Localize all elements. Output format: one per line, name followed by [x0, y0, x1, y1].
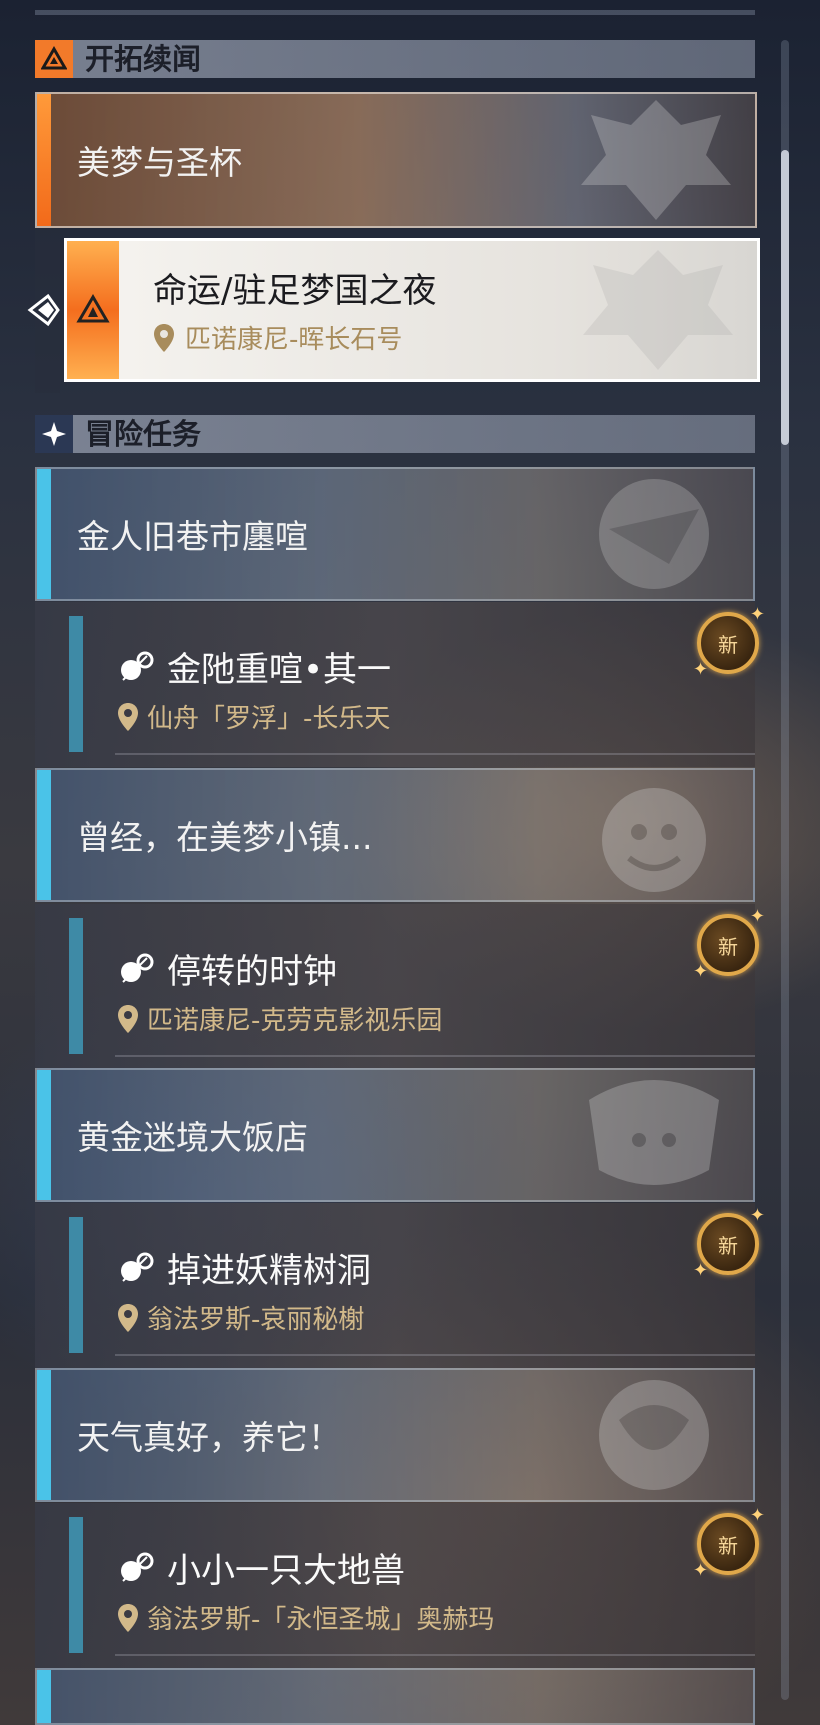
adventure-quest-icon — [121, 1252, 154, 1282]
quest-item[interactable]: 掉进妖精树洞 翁法罗斯-哀丽秘榭 新 ✦ ✦ — [35, 1203, 765, 1368]
group-header-title: 天气真好，养它！ — [77, 1418, 341, 1457]
selection-arrow-icon — [27, 293, 60, 327]
quest-location: 匹诺康尼-克劳克影视乐园 — [117, 1000, 442, 1037]
location-pin-icon — [118, 1603, 138, 1632]
emblem-icon — [583, 250, 733, 370]
quest-title: 命运/驻足梦国之夜 — [153, 271, 437, 311]
adventure-group-header[interactable]: 曾经，在美梦小镇... — [35, 768, 755, 902]
new-badge-label: 新 — [718, 1533, 738, 1558]
trailblaze-quest-flag-icon — [67, 241, 119, 379]
sparkle-icon: ✦ — [693, 1260, 709, 1281]
adventure-group-header[interactable]: 黄金迷境大饭店 — [35, 1068, 755, 1202]
emblem-icon — [589, 1080, 719, 1185]
trailblaze-triangle-icon — [35, 40, 73, 78]
adventure-quest-icon — [121, 953, 154, 983]
new-badge: 新 ✦ ✦ — [693, 1505, 765, 1581]
mission-header-card[interactable]: 美梦与圣杯 — [35, 92, 757, 228]
quest-title-row: 掉进妖精树洞 — [117, 1243, 371, 1292]
accent-bar — [37, 94, 51, 226]
section-title: 开拓续闻 — [85, 42, 202, 76]
accent-bar — [37, 1070, 51, 1200]
selected-quest-card[interactable]: 命运/驻足梦国之夜 匹诺康尼-晖长石号 — [64, 238, 760, 382]
quest-divider — [115, 753, 755, 755]
emblem-icon — [602, 788, 706, 892]
quest-title-row: 小小一只大地兽 — [117, 1543, 405, 1592]
quest-location: 翁法罗斯-「永恒圣城」奥赫玛 — [117, 1599, 494, 1636]
quest-location-text: 翁法罗斯-「永恒圣城」奥赫玛 — [147, 1605, 495, 1635]
adventure-group-header[interactable]: 金人旧巷市廛喧 — [35, 467, 755, 601]
new-badge-label: 新 — [718, 934, 738, 959]
quest-item[interactable]: 金阤重喧•其一 仙舟「罗浮」-长乐天 新 ✦ ✦ — [35, 602, 765, 767]
quest-accent-bar — [69, 918, 83, 1054]
adventure-group-header[interactable]: 天气真好，养它！ — [35, 1368, 755, 1502]
quest-divider — [115, 1654, 755, 1656]
new-badge: 新 ✦ ✦ — [693, 604, 765, 680]
accent-bar — [37, 1370, 51, 1500]
quest-accent-bar — [69, 1517, 83, 1653]
four-point-star-icon — [35, 415, 73, 453]
quest-location: 匹诺康尼-晖长石号 — [153, 319, 402, 356]
emblem-icon — [599, 479, 709, 589]
quest-location-text: 匹诺康尼-晖长石号 — [185, 325, 403, 355]
mission-header-title: 美梦与圣杯 — [77, 143, 242, 182]
sparkle-icon: ✦ — [749, 906, 765, 927]
quest-location: 翁法罗斯-哀丽秘榭 — [117, 1299, 364, 1336]
location-pin-icon — [118, 1004, 138, 1033]
quest-divider — [115, 1354, 755, 1356]
quest-title: 小小一只大地兽 — [167, 1551, 405, 1591]
adventure-quest-icon — [121, 1552, 154, 1582]
location-pin-icon — [118, 702, 138, 731]
quest-accent-bar — [69, 616, 83, 752]
new-badge-label: 新 — [718, 632, 738, 657]
accent-bar — [37, 469, 51, 599]
accent-bar — [37, 770, 51, 900]
quest-accent-bar — [69, 1217, 83, 1353]
quest-location-text: 匹诺康尼-克劳克影视乐园 — [147, 1006, 443, 1036]
location-pin-icon — [154, 323, 174, 352]
new-badge: 新 ✦ ✦ — [693, 906, 765, 982]
quest-location-text: 仙舟「罗浮」-长乐天 — [147, 704, 391, 734]
section-title: 冒险任务 — [85, 417, 202, 451]
sparkle-icon: ✦ — [693, 659, 709, 680]
group-header-title: 曾经，在美梦小镇... — [77, 818, 373, 857]
adventure-quest-icon — [121, 651, 154, 681]
emblem-icon — [581, 100, 731, 220]
scrollbar-thumb[interactable] — [781, 150, 789, 445]
new-badge: 新 ✦ ✦ — [693, 1205, 765, 1281]
quest-title: 停转的时钟 — [167, 952, 337, 992]
top-divider — [35, 10, 755, 15]
quest-location: 仙舟「罗浮」-长乐天 — [117, 698, 390, 735]
quest-item[interactable]: 小小一只大地兽 翁法罗斯-「永恒圣城」奥赫玛 新 ✦ ✦ — [35, 1503, 765, 1668]
location-pin-icon — [118, 1303, 138, 1332]
section-header-adventure: 冒险任务 — [35, 415, 755, 453]
group-header-title: 黄金迷境大饭店 — [77, 1118, 308, 1157]
sparkle-icon: ✦ — [693, 961, 709, 982]
quest-location-text: 翁法罗斯-哀丽秘榭 — [147, 1305, 365, 1335]
sparkle-icon: ✦ — [693, 1560, 709, 1581]
section-header-trailblaze: 开拓续闻 — [35, 40, 755, 78]
sparkle-icon: ✦ — [749, 1205, 765, 1226]
accent-bar — [37, 1670, 51, 1723]
sparkle-icon: ✦ — [749, 604, 765, 625]
quest-title: 掉进妖精树洞 — [167, 1251, 371, 1291]
emblem-icon — [599, 1380, 709, 1490]
sparkle-icon: ✦ — [749, 1505, 765, 1526]
quest-divider — [115, 1055, 755, 1057]
quest-title-row: 金阤重喧•其一 — [117, 642, 391, 691]
quest-title-row: 停转的时钟 — [117, 944, 337, 993]
new-badge-label: 新 — [718, 1233, 738, 1258]
quest-title: 金阤重喧•其一 — [167, 650, 392, 690]
group-header-title: 金人旧巷市廛喧 — [77, 517, 308, 556]
adventure-group-header[interactable] — [35, 1668, 755, 1725]
quest-item[interactable]: 停转的时钟 匹诺康尼-克劳克影视乐园 新 ✦ ✦ — [35, 904, 765, 1069]
